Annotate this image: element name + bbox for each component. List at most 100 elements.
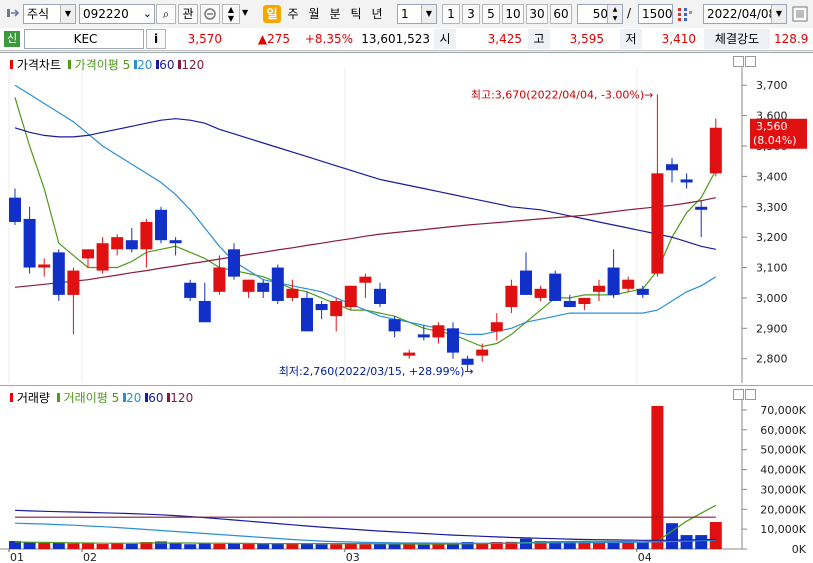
price-change-pct: +8.35%: [304, 32, 353, 46]
candle-body: [125, 240, 138, 250]
y-tick-label: 3,200: [756, 231, 788, 244]
dropdown-small-icon[interactable]: ▼: [242, 8, 248, 17]
stock-menu-icon[interactable]: [6, 6, 20, 20]
interval-select[interactable]: 1 ▼: [397, 4, 437, 24]
volume-bar: [67, 543, 80, 549]
volume-bar: [315, 544, 328, 549]
chevron-down-icon: ▼: [421, 5, 436, 23]
quick-30-button[interactable]: 30: [526, 4, 548, 24]
volume-bar: [125, 543, 138, 549]
quick-10-button[interactable]: 10: [502, 4, 524, 24]
updown-icon: ▲ ▼: [227, 5, 235, 23]
y-tick-label: 10,000K: [760, 523, 806, 536]
candle-body: [359, 276, 372, 283]
volume-bar: [520, 538, 532, 549]
y-tick-label: 3,700: [756, 79, 788, 92]
credit-badge: 신: [4, 31, 20, 47]
volume-bar: [23, 542, 36, 549]
candle-body: [213, 267, 226, 292]
volume-bar: [403, 544, 416, 549]
y-tick-label: 20,000K: [760, 503, 806, 516]
total-count-input[interactable]: 1500: [638, 4, 673, 24]
candle-body: [301, 297, 313, 332]
volume-bar: [52, 543, 65, 549]
low-price: 3,410: [661, 32, 696, 46]
stock-name-field[interactable]: KEC: [24, 29, 144, 49]
volume-bar: [111, 543, 124, 549]
tab-minute[interactable]: 분: [326, 5, 344, 23]
slash-label: /: [627, 6, 632, 20]
candle-body: [344, 285, 357, 308]
candle-body: [330, 300, 343, 317]
search-button[interactable]: ⌕: [156, 4, 176, 24]
min-price-annotation: 최저:2,760(2022/03/15, +28.99%)→: [279, 365, 474, 378]
y-tick-label: 70,000K: [760, 404, 806, 417]
y-tick-label: 40,000K: [760, 464, 806, 477]
candle-body: [709, 127, 722, 174]
candle-body: [534, 288, 547, 298]
candle-body: [607, 267, 620, 295]
interest-button[interactable]: 관: [178, 4, 198, 24]
candle-body: [403, 352, 416, 356]
volume-bar: [447, 544, 459, 549]
price-chart[interactable]: 2,8002,9003,0003,1003,2003,3003,4003,500…: [0, 53, 813, 386]
expand-icon[interactable]: [792, 6, 808, 22]
candle-body: [447, 328, 459, 353]
quick-1-button[interactable]: 1: [442, 4, 460, 24]
x-tick-label: 02: [83, 551, 97, 563]
candle-body: [578, 297, 591, 304]
candle-body: [388, 319, 401, 332]
candle-body: [184, 282, 197, 298]
quick-60-button[interactable]: 60: [550, 4, 572, 24]
candle-body: [9, 197, 21, 222]
total-count-value: 1500: [642, 7, 673, 21]
high-price: 3,595: [569, 32, 604, 46]
date-picker[interactable]: 2022/04/08 ▼: [703, 4, 787, 24]
candle-body: [96, 243, 109, 271]
quick-3-button[interactable]: 3: [462, 4, 480, 24]
high-label: 고: [528, 29, 550, 49]
candle-body: [169, 240, 182, 244]
candle-body: [315, 304, 328, 311]
volume-chart[interactable]: 0K 10,000K 20,000K 30,000K 40,000K 50,000K 60,…: [0, 386, 813, 563]
tab-year[interactable]: 년: [368, 5, 386, 23]
quick-5-button[interactable]: 5: [482, 4, 500, 24]
candle-body: [286, 288, 299, 298]
volume-bar: [330, 544, 343, 549]
rotate-button[interactable]: [200, 4, 220, 24]
candle-body: [140, 221, 153, 250]
candle-body: [228, 249, 240, 277]
stock-code-input[interactable]: 092220 ⌄: [79, 4, 155, 24]
y-tick-label: 3,300: [756, 201, 788, 214]
updown-stepper[interactable]: ▲ ▼: [222, 4, 240, 24]
tab-day[interactable]: 일: [263, 5, 281, 23]
volume-bar: [636, 542, 649, 549]
volume-bar: [417, 544, 430, 549]
chevron-down-icon: ▼: [60, 5, 75, 23]
volume-bar: [38, 543, 51, 549]
y-tick-label: 2,800: [756, 353, 788, 366]
market-select[interactable]: 주식 ▼: [23, 4, 76, 24]
count-input[interactable]: 50 ▲ ▼: [577, 4, 623, 24]
tab-week[interactable]: 주: [284, 5, 302, 23]
candle-body: [198, 300, 211, 323]
volume-bar: [82, 543, 94, 549]
volume-bar: [709, 521, 722, 549]
spin-icon: ▲ ▼: [607, 5, 622, 23]
tab-month[interactable]: 월: [305, 5, 323, 23]
candle-body: [374, 288, 386, 304]
low-label: 저: [620, 29, 642, 49]
chevron-down-icon: ▼: [771, 5, 786, 23]
tab-tick[interactable]: 틱: [347, 5, 365, 23]
chart-settings-icon[interactable]: [676, 5, 694, 23]
max-price-annotation: 최고:3,670(2022/04/04, -3.00%)→: [471, 88, 654, 101]
count-value: 50: [592, 7, 608, 21]
volume-chart-panel: 거래량 거래이평 5 20 60 120 0K 10,000K 20,000K 30,…: [0, 385, 813, 563]
open-price: 3,425: [487, 32, 522, 46]
stock-info-button[interactable]: i: [146, 29, 166, 49]
volume-bar: [257, 543, 270, 549]
candle-body: [23, 218, 36, 268]
rotate-icon: [204, 8, 216, 20]
candle-body: [155, 209, 167, 241]
y-tick-label: 30,000K: [760, 483, 806, 496]
